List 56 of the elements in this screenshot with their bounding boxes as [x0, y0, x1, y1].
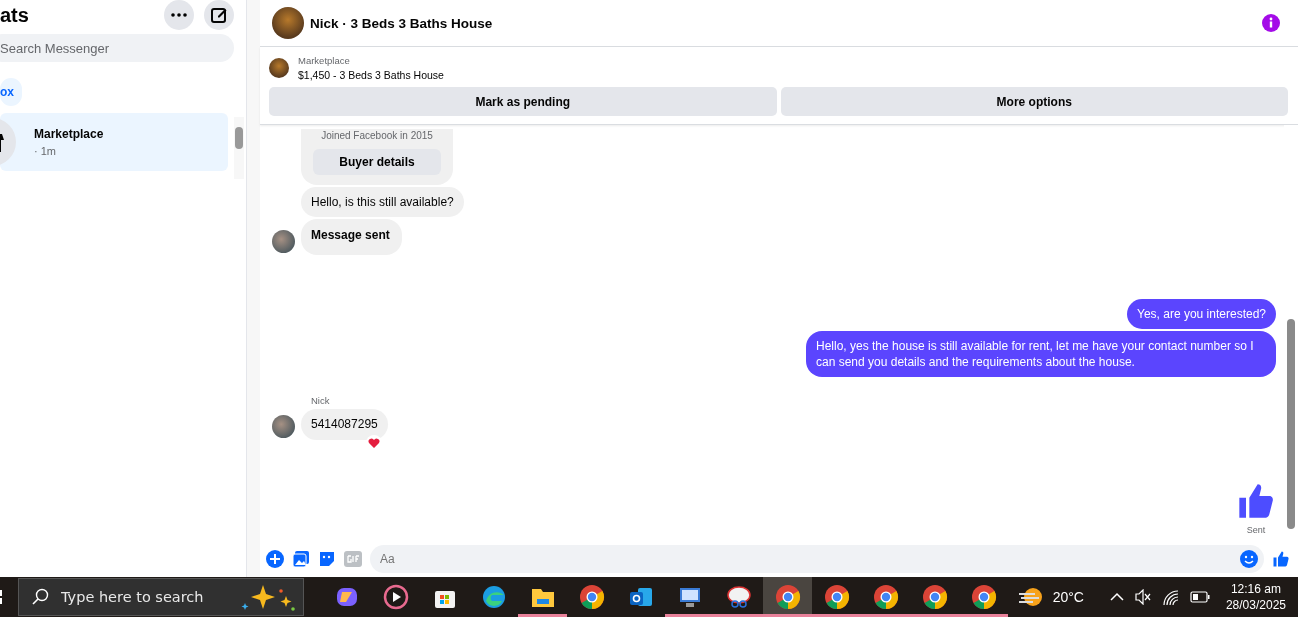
taskbar-search-panel[interactable]: Type here to search	[18, 578, 304, 616]
edge-icon	[480, 584, 507, 610]
chat-list-item[interactable]: Marketplace · 1m	[0, 113, 228, 171]
emoji-icon[interactable]	[1240, 550, 1258, 568]
card-note: Joined Facebook in 2015	[321, 129, 433, 143]
clock[interactable]: 12:16 am 28/03/2025	[1225, 582, 1286, 612]
listing-photo	[269, 58, 289, 78]
browser-icon	[823, 584, 850, 610]
message-field[interactable]: Aa	[370, 545, 1264, 573]
sent-status: Sent	[1246, 525, 1266, 535]
more-options-button[interactable]	[164, 0, 194, 30]
message-bubble: Hello, yes the house is still available for rent, let me have your contact number so I can send you details and the requirements about the house.	[806, 331, 1276, 378]
ellipsis-icon	[171, 13, 187, 17]
search-field[interactable]: Type here to search	[59, 588, 231, 606]
sparkle-icon	[241, 583, 297, 611]
sidebar-title: ats	[0, 3, 29, 27]
play-icon	[382, 584, 409, 610]
thumbs-up-icon[interactable]	[1272, 550, 1290, 568]
browser-icon	[872, 584, 899, 610]
weather-icon[interactable]	[1016, 585, 1043, 609]
weather-temperature[interactable]: 20°C	[1052, 589, 1084, 605]
buyer-details-button[interactable]: Buyer details	[313, 148, 441, 175]
message-bubble: Yes, are you interested?	[1127, 298, 1276, 330]
search-icon	[31, 588, 49, 606]
listing-summary: $1,450 - 3 Beds 3 Baths House	[298, 69, 444, 81]
chat-name: Marketplace	[34, 127, 104, 141]
message-bubble: Hello, is this still available?	[301, 186, 464, 217]
plus-icon[interactable]	[266, 550, 284, 568]
scissors-icon	[725, 584, 752, 610]
info-icon[interactable]	[1262, 14, 1280, 32]
image-icon[interactable]	[292, 550, 310, 568]
search-field[interactable]: Search Messenger	[0, 34, 234, 62]
sticker-icon[interactable]	[318, 550, 336, 568]
scrollbar[interactable]	[234, 117, 244, 179]
pencil-icon	[210, 6, 228, 24]
avatar	[272, 414, 295, 438]
action-button[interactable]: More options	[780, 87, 1288, 116]
browser-app-button[interactable]	[763, 577, 812, 617]
sender-name: Nick	[311, 395, 331, 407]
browser-icon	[921, 584, 948, 610]
browser-icon	[578, 584, 605, 610]
muted-speaker-icon[interactable]	[1133, 589, 1152, 605]
message-bubble: Message sent	[301, 218, 402, 255]
browser-icon	[774, 584, 801, 610]
listing-source: Marketplace	[298, 55, 351, 66]
compose-button[interactable]	[204, 0, 234, 30]
chevron-up-icon[interactable]	[1109, 592, 1124, 602]
avatar	[272, 229, 295, 253]
filter-chip[interactable]: ox	[0, 78, 22, 106]
listing-photo	[272, 7, 304, 39]
chat-time: · 1m	[34, 145, 57, 157]
wifi-icon[interactable]	[1161, 589, 1180, 605]
action-button[interactable]: Mark as pending	[269, 87, 777, 116]
conversation-title: Nick · 3 Beds 3 Baths House	[310, 15, 494, 31]
battery-icon[interactable]	[1189, 591, 1210, 603]
browser-icon	[970, 584, 997, 610]
